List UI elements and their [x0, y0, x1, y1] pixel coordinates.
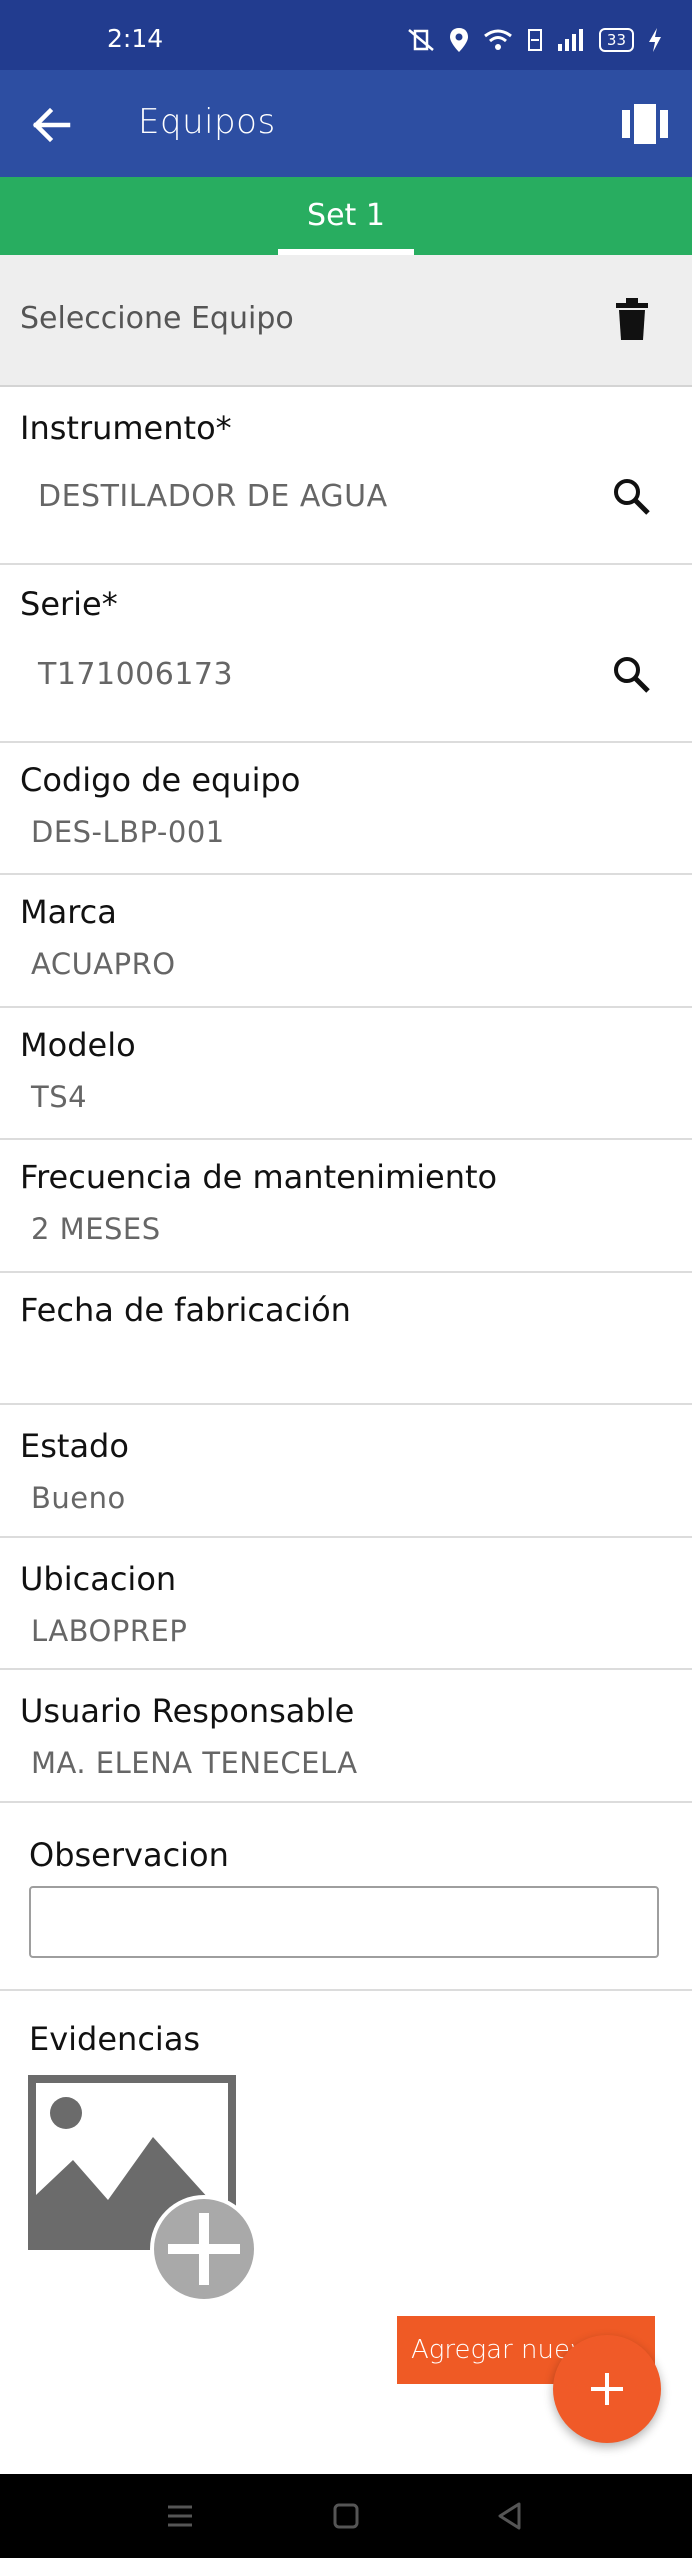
serie-value[interactable]: T171006173	[38, 657, 233, 692]
fecha-field: Fecha de fabricación	[0, 1273, 692, 1405]
battery-icon: 33	[598, 28, 634, 52]
marca-value: ACUAPRO	[31, 947, 176, 981]
add-image-icon[interactable]	[28, 2075, 260, 2305]
instrumento-label: Instrumento*	[20, 409, 232, 447]
marca-field: Marca ACUAPRO	[0, 875, 692, 1008]
status-icons: 33	[407, 27, 662, 53]
estado-field: Estado Bueno	[0, 1405, 692, 1538]
fecha-label: Fecha de fabricación	[20, 1291, 351, 1329]
signal-icon	[557, 29, 583, 51]
estado-label: Estado	[20, 1427, 129, 1465]
plus-icon	[591, 2373, 623, 2405]
instrumento-value[interactable]: DESTILADOR DE AGUA	[38, 479, 388, 514]
modelo-label: Modelo	[20, 1026, 136, 1064]
marca-label: Marca	[20, 893, 117, 931]
frecuencia-value: 2 MESES	[31, 1212, 161, 1246]
back-triangle-icon[interactable]	[490, 2496, 530, 2536]
charging-icon	[649, 28, 661, 52]
ubicacion-value: LABOPREP	[31, 1614, 188, 1648]
recents-menu-icon[interactable]	[160, 2496, 200, 2536]
evidencias-label: Evidencias	[29, 2020, 201, 2058]
view-carousel-icon[interactable]	[622, 104, 668, 144]
app-bar: Equipos	[0, 70, 692, 177]
volte-icon	[527, 29, 542, 51]
serie-label: Serie*	[20, 585, 118, 623]
search-icon[interactable]	[612, 477, 652, 517]
wifi-icon	[483, 29, 512, 50]
trash-icon[interactable]	[612, 297, 652, 341]
add-fab-button[interactable]	[553, 2335, 661, 2443]
home-icon[interactable]	[326, 2496, 366, 2536]
mute-vibrate-icon	[408, 29, 434, 51]
frecuencia-label: Frecuencia de mantenimiento	[20, 1158, 498, 1196]
codigo-label: Codigo de equipo	[20, 761, 301, 799]
estado-value: Bueno	[31, 1481, 126, 1515]
observacion-label: Observacion	[29, 1836, 229, 1874]
selector-label: Seleccione Equipo	[20, 301, 294, 336]
usuario-value: MA. ELENA TENECELA	[31, 1746, 358, 1780]
location-icon	[449, 28, 468, 52]
observacion-input[interactable]	[29, 1886, 659, 1958]
arrow-left-icon[interactable]	[26, 100, 76, 150]
codigo-field: Codigo de equipo DES-LBP-001	[0, 743, 692, 875]
instrumento-field: Instrumento* DESTILADOR DE AGUA	[0, 387, 692, 565]
page-title: Equipos	[138, 102, 276, 142]
usuario-field: Usuario Responsable MA. ELENA TENECELA	[0, 1670, 692, 1803]
ubicacion-field: Ubicacion LABOPREP	[0, 1538, 692, 1670]
status-bar: 2:14 33	[0, 0, 692, 70]
ubicacion-label: Ubicacion	[20, 1560, 177, 1598]
system-nav-bar	[0, 2474, 692, 2558]
equipment-selector[interactable]: Seleccione Equipo	[0, 255, 692, 387]
usuario-label: Usuario Responsable	[20, 1692, 355, 1730]
frecuencia-field: Frecuencia de mantenimiento 2 MESES	[0, 1140, 692, 1273]
tab-bar: Set 1	[0, 177, 692, 255]
modelo-value: TS4	[31, 1080, 88, 1114]
codigo-value: DES-LBP-001	[31, 815, 225, 849]
search-icon[interactable]	[612, 655, 652, 695]
serie-field: Serie* T171006173	[0, 565, 692, 743]
modelo-field: Modelo TS4	[0, 1008, 692, 1140]
tab-set-1[interactable]: Set 1	[278, 177, 414, 255]
status-time: 2:14	[107, 24, 164, 53]
